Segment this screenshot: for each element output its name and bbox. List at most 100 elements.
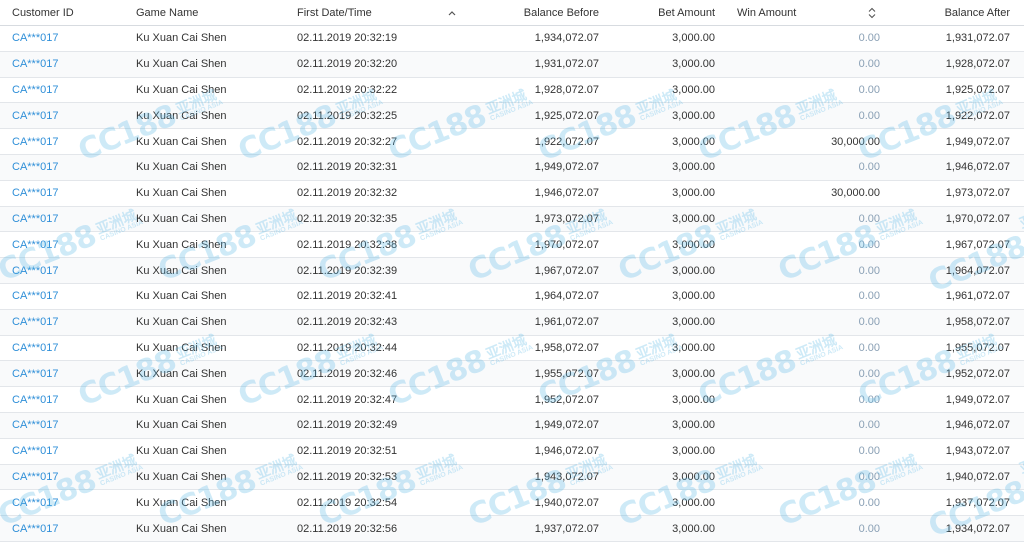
bet-amount-cell: 3,000.00 — [672, 445, 715, 458]
table-row[interactable]: CA***017 Ku Xuan Cai Shen 02.11.2019 20:32… — [0, 464, 1024, 491]
balance-after-cell: 1,943,072.07 — [945, 445, 1010, 458]
sort-updown-icon[interactable] — [868, 0, 876, 26]
table-row[interactable]: CA***017 Ku Xuan Cai Shen 02.11.2019 20:32… — [0, 336, 1024, 362]
balance-after-cell: 1,946,072.07 — [945, 419, 1010, 432]
header-customer-id[interactable]: Customer ID — [12, 0, 122, 25]
balance-before-cell: 1,958,072.07 — [534, 341, 599, 354]
customer-id-link[interactable]: CA***017 — [12, 387, 122, 412]
chevron-up-icon[interactable] — [448, 0, 456, 26]
date-time-cell: 02.11.2019 20:32:53 — [297, 470, 398, 483]
win-amount-cell: 0.00 — [858, 83, 880, 96]
table-row[interactable]: CA***017 Ku Xuan Cai Shen 02.11.2019 20:32… — [0, 78, 1024, 104]
customer-id-link[interactable]: CA***017 — [12, 232, 122, 257]
win-amount-cell: 0.00 — [858, 367, 880, 380]
game-name-cell: Ku Xuan Cai Shen — [136, 58, 227, 71]
win-amount-cell: 0.00 — [858, 496, 880, 509]
balance-after-cell: 1,931,072.07 — [945, 32, 1010, 45]
customer-id-link[interactable]: CA***017 — [12, 361, 122, 386]
balance-before-cell: 1,973,072.07 — [534, 212, 599, 225]
bet-amount-cell: 3,000.00 — [672, 522, 715, 535]
table-row[interactable]: CA***017 Ku Xuan Cai Shen 02.11.2019 20:32… — [0, 387, 1024, 413]
balance-before-cell: 1,928,072.07 — [534, 83, 599, 96]
table-row[interactable]: CA***017 Ku Xuan Cai Shen 02.11.2019 20:32… — [0, 181, 1024, 207]
balance-before-cell: 1,931,072.07 — [534, 58, 599, 71]
table-row[interactable]: CA***017 Ku Xuan Cai Shen 02.11.2019 20:32… — [0, 26, 1024, 52]
transactions-table: Customer ID Game Name First Date/Time Ba… — [0, 0, 1024, 542]
bet-amount-cell: 3,000.00 — [672, 367, 715, 380]
date-time-cell: 02.11.2019 20:32:44 — [297, 341, 398, 354]
table-row[interactable]: CA***017 Ku Xuan Cai Shen 02.11.2019 20:32… — [0, 412, 1024, 439]
balance-after-cell: 1,946,072.07 — [945, 161, 1010, 174]
table-row[interactable]: CA***017 Ku Xuan Cai Shen 02.11.2019 20:32… — [0, 51, 1024, 78]
table-row[interactable]: CA***017 Ku Xuan Cai Shen 02.11.2019 20:32… — [0, 129, 1024, 155]
table-body: CA***017 Ku Xuan Cai Shen 02.11.2019 20:32… — [0, 26, 1024, 542]
customer-id-link[interactable]: CA***017 — [12, 310, 122, 335]
balance-before-cell: 1,946,072.07 — [534, 445, 599, 458]
customer-id-link[interactable]: CA***017 — [12, 26, 122, 51]
date-time-cell: 02.11.2019 20:32:51 — [297, 445, 398, 458]
game-name-cell: Ku Xuan Cai Shen — [136, 290, 227, 303]
customer-id-link[interactable]: CA***017 — [12, 258, 122, 283]
customer-id-link[interactable]: CA***017 — [12, 336, 122, 361]
table-row[interactable]: CA***017 Ku Xuan Cai Shen 02.11.2019 20:32… — [0, 309, 1024, 336]
table-row[interactable]: CA***017 Ku Xuan Cai Shen 02.11.2019 20:32… — [0, 206, 1024, 233]
balance-before-cell: 1,949,072.07 — [534, 161, 599, 174]
customer-id-link[interactable]: CA***017 — [12, 52, 122, 77]
game-name-cell: Ku Xuan Cai Shen — [136, 264, 227, 277]
table-row[interactable]: CA***017 Ku Xuan Cai Shen 02.11.2019 20:32… — [0, 154, 1024, 181]
win-amount-cell: 0.00 — [858, 470, 880, 483]
table-row[interactable]: CA***017 Ku Xuan Cai Shen 02.11.2019 20:32… — [0, 439, 1024, 465]
date-time-cell: 02.11.2019 20:32:38 — [297, 238, 398, 251]
win-amount-cell: 0.00 — [858, 264, 880, 277]
table-row[interactable]: CA***017 Ku Xuan Cai Shen 02.11.2019 20:32… — [0, 516, 1024, 542]
table-row[interactable]: CA***017 Ku Xuan Cai Shen 02.11.2019 20:32… — [0, 232, 1024, 259]
win-amount-cell: 0.00 — [858, 290, 880, 303]
customer-id-link[interactable]: CA***017 — [12, 129, 122, 154]
table-row[interactable]: CA***017 Ku Xuan Cai Shen 02.11.2019 20:32… — [0, 103, 1024, 130]
balance-before-cell: 1,925,072.07 — [534, 109, 599, 122]
balance-before-cell: 1,934,072.07 — [534, 32, 599, 45]
customer-id-link[interactable]: CA***017 — [12, 439, 122, 464]
game-name-cell: Ku Xuan Cai Shen — [136, 109, 227, 122]
balance-before-cell: 1,949,072.07 — [534, 419, 599, 432]
header-win-amount[interactable]: Win Amount — [737, 0, 880, 25]
table-row[interactable]: CA***017 Ku Xuan Cai Shen 02.11.2019 20:32… — [0, 361, 1024, 388]
customer-id-link[interactable]: CA***017 — [12, 465, 122, 490]
table-row[interactable]: CA***017 Ku Xuan Cai Shen 02.11.2019 20:32… — [0, 258, 1024, 284]
win-amount-cell: 0.00 — [858, 161, 880, 174]
balance-before-cell: 1,946,072.07 — [534, 187, 599, 200]
customer-id-link[interactable]: CA***017 — [12, 181, 122, 206]
customer-id-link[interactable]: CA***017 — [12, 284, 122, 309]
customer-id-link[interactable]: CA***017 — [12, 155, 122, 180]
win-amount-cell: 0.00 — [858, 109, 880, 122]
game-name-cell: Ku Xuan Cai Shen — [136, 522, 227, 535]
win-amount-cell: 0.00 — [858, 341, 880, 354]
customer-id-link[interactable]: CA***017 — [12, 103, 122, 128]
table-row[interactable]: CA***017 Ku Xuan Cai Shen 02.11.2019 20:32… — [0, 490, 1024, 517]
balance-before-cell: 1,943,072.07 — [534, 470, 599, 483]
bet-amount-cell: 3,000.00 — [672, 419, 715, 432]
bet-amount-cell: 3,000.00 — [672, 393, 715, 406]
balance-after-cell: 1,961,072.07 — [945, 290, 1010, 303]
header-game-name[interactable]: Game Name — [136, 0, 286, 25]
customer-id-link[interactable]: CA***017 — [12, 207, 122, 232]
game-name-cell: Ku Xuan Cai Shen — [136, 496, 227, 509]
balance-before-cell: 1,964,072.07 — [534, 290, 599, 303]
customer-id-link[interactable]: CA***017 — [12, 413, 122, 438]
header-balance-before[interactable]: Balance Before — [470, 0, 599, 25]
balance-after-cell: 1,949,072.07 — [945, 393, 1010, 406]
bet-amount-cell: 3,000.00 — [672, 32, 715, 45]
date-time-cell: 02.11.2019 20:32:54 — [297, 496, 398, 509]
balance-after-cell: 1,922,072.07 — [945, 109, 1010, 122]
bet-amount-cell: 3,000.00 — [672, 135, 715, 148]
balance-after-cell: 1,940,072.07 — [945, 470, 1010, 483]
header-bet-amount[interactable]: Bet Amount — [605, 0, 715, 25]
customer-id-link[interactable]: CA***017 — [12, 78, 122, 103]
table-row[interactable]: CA***017 Ku Xuan Cai Shen 02.11.2019 20:32… — [0, 284, 1024, 310]
game-name-cell: Ku Xuan Cai Shen — [136, 445, 227, 458]
customer-id-link[interactable]: CA***017 — [12, 516, 122, 541]
header-balance-after[interactable]: Balance After — [890, 0, 1010, 25]
win-amount-cell: 0.00 — [858, 445, 880, 458]
customer-id-link[interactable]: CA***017 — [12, 490, 122, 515]
header-first-date-time[interactable]: First Date/Time — [297, 0, 462, 25]
